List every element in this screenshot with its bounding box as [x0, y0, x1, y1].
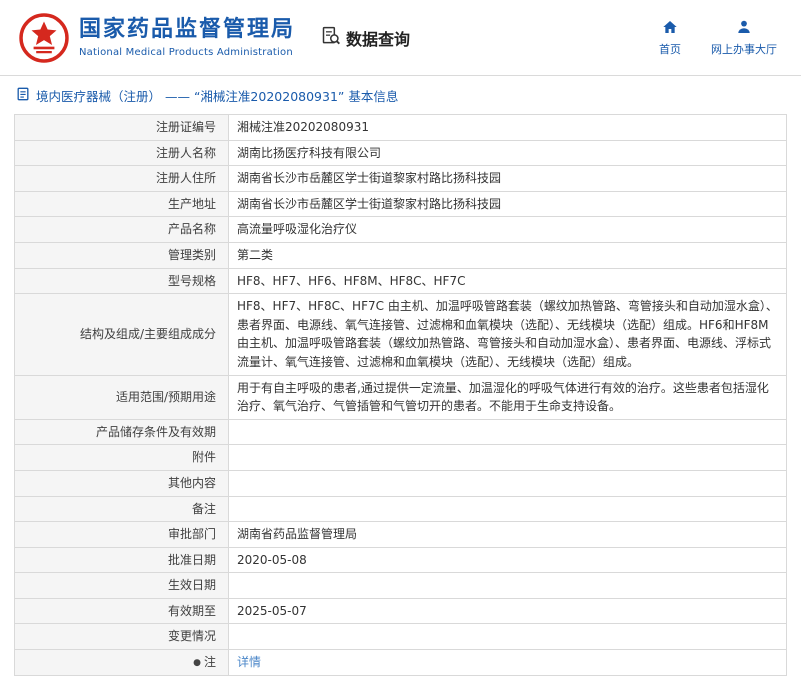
agency-titles: 国家药品监督管理局 National Medical Products Admi… [79, 17, 295, 57]
row-label: 生效日期 [14, 572, 229, 599]
row-label: 备注 [14, 495, 229, 523]
table-row: 审批部门 湖南省药品监督管理局 [14, 521, 787, 548]
table-row: 管理类别 第二类 [14, 241, 787, 269]
table-row: 型号规格 HF8、HF7、HF6、HF8M、HF8C、HF7C [14, 267, 787, 295]
row-label: 产品储存条件及有效期 [14, 418, 229, 446]
agency-title-en: National Medical Products Administration [79, 46, 293, 58]
row-label: 审批部门 [14, 521, 229, 548]
row-value: 高流量呼吸湿化治疗仪 [228, 216, 787, 243]
row-value: 详情 [228, 649, 787, 676]
page-title: 境内医疗器械（注册） —— “湘械注准20202080931” 基本信息 [36, 89, 399, 104]
table-row: 批准日期 2020-05-08 [14, 546, 787, 574]
row-value: 湖南省药品监督管理局 [228, 521, 787, 548]
row-label: 生产地址 [14, 190, 229, 218]
table-row: 备注 [14, 495, 787, 523]
row-label: 附件 [14, 444, 229, 471]
home-label: 首页 [659, 42, 681, 56]
registration-info-table: 注册证编号 湘械注准20202080931 注册人名称 湖南比扬医疗科技有限公司 注册人… [14, 114, 787, 676]
header-quick-links: 首页 网上办事大厅 [659, 19, 783, 57]
row-label: 产品名称 [14, 216, 229, 243]
row-label: 变更情况 [14, 623, 229, 651]
page-header: 国家药品监督管理局 National Medical Products Admi… [0, 0, 801, 76]
online-hall-link[interactable]: 网上办事大厅 [711, 19, 777, 57]
table-row: 注册证编号 湘械注准20202080931 [14, 114, 787, 141]
table-row: 注册人名称 湖南比扬医疗科技有限公司 [14, 139, 787, 167]
row-label: 注册人住所 [14, 165, 229, 192]
person-icon [736, 19, 752, 38]
table-row: 产品储存条件及有效期 [14, 418, 787, 446]
row-value: 第二类 [228, 241, 787, 269]
row-value [228, 572, 787, 599]
table-row: 生效日期 [14, 572, 787, 599]
table-row: 附件 [14, 444, 787, 471]
row-value: 用于有自主呼吸的患者,通过提供一定流量、加温湿化的呼吸气体进行有效的治疗。这些患… [228, 374, 787, 420]
row-value: HF8、HF7、HF8C、HF7C 由主机、加温呼吸管路套装（螺纹加热管路、弯管… [228, 293, 787, 376]
table-row: 结构及组成/主要组成成分 HF8、HF7、HF8C、HF7C 由主机、加温呼吸管路… [14, 293, 787, 376]
note-bullet-icon: ● [193, 658, 201, 669]
row-label: 有效期至 [14, 597, 229, 625]
row-value: 湘械注准20202080931 [228, 114, 787, 141]
data-query-icon [321, 26, 341, 50]
table-row: ● 注详情 [14, 649, 787, 676]
row-value [228, 495, 787, 523]
table-row: 有效期至 2025-05-07 [14, 597, 787, 625]
row-value [228, 469, 787, 497]
row-value: 湖南比扬医疗科技有限公司 [228, 139, 787, 167]
nav-data-query[interactable]: 数据查询 [321, 26, 410, 50]
national-emblem-icon [18, 12, 70, 64]
row-value: 2020-05-08 [228, 546, 787, 574]
row-label: 批准日期 [14, 546, 229, 574]
row-value: HF8、HF7、HF6、HF8M、HF8C、HF7C [228, 267, 787, 295]
table-row: 产品名称 高流量呼吸湿化治疗仪 [14, 216, 787, 243]
row-label: 管理类别 [14, 241, 229, 269]
breadcrumb: 境内医疗器械（注册） —— “湘械注准20202080931” 基本信息 [0, 76, 801, 112]
table-row: 其他内容 [14, 469, 787, 497]
home-link[interactable]: 首页 [659, 19, 681, 57]
table-row: 变更情况 [14, 623, 787, 651]
row-value [228, 418, 787, 446]
row-value: 2025-05-07 [228, 597, 787, 625]
home-icon [662, 19, 678, 38]
row-label: 其他内容 [14, 469, 229, 497]
row-label: 注册人名称 [14, 139, 229, 167]
data-query-label: 数据查询 [346, 29, 411, 49]
row-label: ● 注 [14, 649, 229, 676]
row-label: 结构及组成/主要组成成分 [14, 293, 229, 376]
row-value [228, 623, 787, 651]
agency-brand: 国家药品监督管理局 National Medical Products Admi… [18, 12, 295, 64]
info-table-body: 注册证编号 湘械注准20202080931 注册人名称 湖南比扬医疗科技有限公司 注册人… [14, 114, 787, 676]
table-row: 生产地址 湖南省长沙市岳麓区学士街道黎家村路比扬科技园 [14, 190, 787, 218]
row-label: 适用范围/预期用途 [14, 374, 229, 420]
agency-title-cn: 国家药品监督管理局 [79, 17, 296, 43]
row-label: 型号规格 [14, 267, 229, 295]
details-link[interactable]: 详情 [237, 655, 261, 669]
table-row: 适用范围/预期用途 用于有自主呼吸的患者,通过提供一定流量、加温湿化的呼吸气体进行… [14, 374, 787, 420]
row-value: 湖南省长沙市岳麓区学士街道黎家村路比扬科技园 [228, 165, 787, 192]
table-row: 注册人住所 湖南省长沙市岳麓区学士街道黎家村路比扬科技园 [14, 165, 787, 192]
row-value: 湖南省长沙市岳麓区学士街道黎家村路比扬科技园 [228, 190, 787, 218]
document-icon [16, 87, 30, 104]
online-hall-label: 网上办事大厅 [711, 42, 777, 56]
row-label: 注册证编号 [14, 114, 229, 141]
row-value [228, 444, 787, 471]
